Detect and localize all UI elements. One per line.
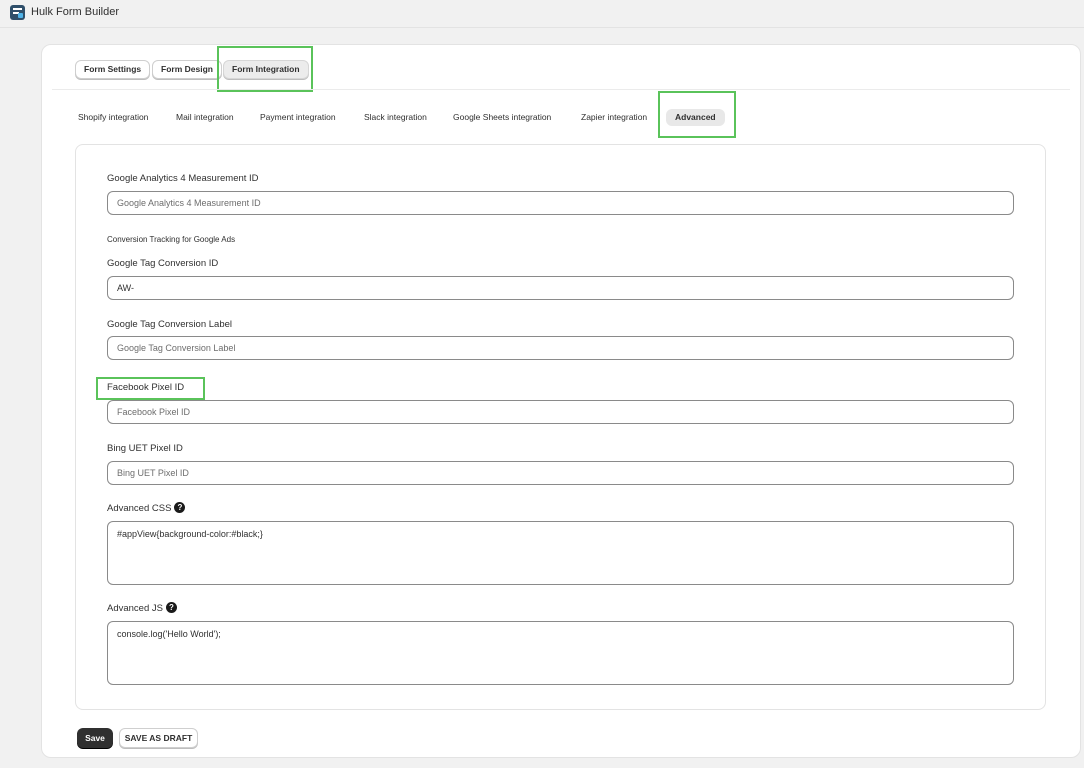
subtab-shopify-integration[interactable]: Shopify integration bbox=[69, 109, 157, 126]
save-button[interactable]: Save bbox=[77, 728, 113, 748]
tag-conversion-label-label: Google Tag Conversion Label bbox=[107, 319, 232, 330]
bing-uet-input[interactable] bbox=[107, 461, 1014, 485]
advanced-js-textarea[interactable]: console.log('Hello World'); bbox=[107, 621, 1014, 685]
tab-form-integration[interactable]: Form Integration bbox=[223, 60, 309, 79]
subtab-mail-integration[interactable]: Mail integration bbox=[167, 109, 243, 126]
subtab-payment-integration[interactable]: Payment integration bbox=[251, 109, 345, 126]
subtab-advanced[interactable]: Advanced bbox=[666, 109, 725, 126]
tag-conversion-id-label: Google Tag Conversion ID bbox=[107, 258, 219, 269]
ga4-label: Google Analytics 4 Measurement ID bbox=[107, 173, 259, 184]
advanced-css-textarea[interactable]: #appView{background-color:#black;} bbox=[107, 521, 1014, 585]
tab-form-settings[interactable]: Form Settings bbox=[75, 60, 151, 79]
tab-form-design[interactable]: Form Design bbox=[152, 60, 222, 79]
question-circle-icon[interactable]: ? bbox=[174, 502, 186, 513]
advanced-js-label-row: Advanced JS? bbox=[107, 602, 177, 614]
subtab-slack-integration[interactable]: Slack integration bbox=[355, 109, 436, 126]
app-title: Hulk Form Builder bbox=[31, 6, 120, 18]
advanced-css-label: Advanced CSS bbox=[107, 503, 172, 514]
subtab-google-sheets-integration[interactable]: Google Sheets integration bbox=[444, 109, 560, 126]
facebook-pixel-input[interactable] bbox=[107, 400, 1014, 424]
ga4-input[interactable] bbox=[107, 191, 1014, 215]
app-header: Hulk Form Builder bbox=[0, 0, 1084, 28]
subtab-zapier-integration[interactable]: Zapier integration bbox=[572, 109, 656, 126]
advanced-css-label-row: Advanced CSS? bbox=[107, 502, 186, 514]
bing-uet-label: Bing UET Pixel ID bbox=[107, 443, 183, 454]
advanced-js-label: Advanced JS bbox=[107, 603, 163, 614]
conversion-tracking-heading: Conversion Tracking for Google Ads bbox=[107, 235, 236, 244]
tag-conversion-label-input[interactable] bbox=[107, 336, 1014, 360]
question-circle-icon[interactable]: ? bbox=[165, 602, 177, 613]
facebook-pixel-label: Facebook Pixel ID bbox=[107, 382, 185, 393]
app-logo-icon bbox=[10, 5, 25, 20]
tag-conversion-id-input[interactable] bbox=[107, 276, 1014, 300]
save-as-draft-button[interactable]: SAVE AS DRAFT bbox=[119, 728, 198, 748]
tabs-divider bbox=[52, 89, 1070, 90]
